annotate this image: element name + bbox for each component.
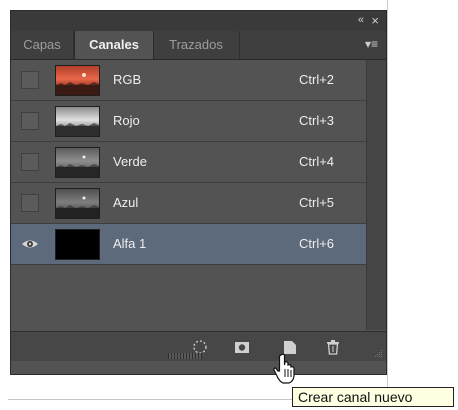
- channel-thumbnail-verde: [55, 147, 100, 178]
- tooltip: Crear canal nuevo: [292, 387, 454, 407]
- visibility-toggle[interactable]: [21, 71, 39, 89]
- hand-pointer-icon: [273, 353, 295, 384]
- channel-name: Alfa 1: [113, 236, 147, 251]
- channel-name: Azul: [113, 195, 139, 210]
- channel-row-rojo[interactable]: Rojo Ctrl+3: [11, 101, 366, 142]
- panel-tabs: Capas Canales Trazados ▾≡: [11, 31, 386, 60]
- panel-menu-icon[interactable]: ▾≡: [365, 37, 378, 51]
- channel-thumbnail-rgb: [55, 65, 100, 96]
- visibility-toggle[interactable]: [21, 112, 39, 130]
- channel-thumbnail-azul: [55, 188, 100, 219]
- channel-row-verde[interactable]: Verde Ctrl+4: [11, 142, 366, 183]
- channel-name: RGB: [113, 72, 142, 87]
- close-icon[interactable]: ×: [371, 13, 379, 28]
- channels-panel: « × Capas Canales Trazados ▾≡ RGB Ctrl+2…: [10, 10, 387, 375]
- collapse-icon[interactable]: «: [358, 14, 364, 26]
- channel-name: Rojo: [113, 113, 140, 128]
- visibility-toggle[interactable]: [21, 153, 39, 171]
- eye-icon[interactable]: [21, 235, 39, 253]
- channel-shortcut: Ctrl+6: [299, 236, 335, 251]
- tab-canales[interactable]: Canales: [74, 31, 154, 59]
- channel-thumbnail-alfa-1: [55, 229, 100, 260]
- channel-shortcut: Ctrl+2: [299, 72, 335, 87]
- channel-row-rgb[interactable]: RGB Ctrl+2: [11, 60, 366, 101]
- tab-trazados[interactable]: Trazados: [153, 31, 240, 59]
- channel-thumbnail-rojo: [55, 106, 100, 137]
- resize-grip-icon[interactable]: [374, 349, 383, 358]
- save-selection-as-channel-icon[interactable]: [233, 338, 251, 356]
- visibility-toggle[interactable]: [21, 194, 39, 212]
- panel-titlebar[interactable]: « ×: [11, 11, 386, 31]
- channel-list: RGB Ctrl+2 Rojo Ctrl+3 Verde Ctrl+4 Azul…: [11, 60, 366, 330]
- channel-shortcut: Ctrl+4: [299, 154, 335, 169]
- panel-resize-handle[interactable]: [168, 353, 202, 359]
- channel-row-alfa-1[interactable]: Alfa 1 Ctrl+6: [11, 224, 366, 265]
- channel-shortcut: Ctrl+5: [299, 195, 335, 210]
- list-scrollbar[interactable]: [366, 60, 386, 330]
- channel-shortcut: Ctrl+3: [299, 113, 335, 128]
- channel-name: Verde: [113, 154, 147, 169]
- delete-channel-icon[interactable]: [324, 338, 342, 356]
- channel-row-azul[interactable]: Azul Ctrl+5: [11, 183, 366, 224]
- tab-capas[interactable]: Capas: [11, 31, 74, 59]
